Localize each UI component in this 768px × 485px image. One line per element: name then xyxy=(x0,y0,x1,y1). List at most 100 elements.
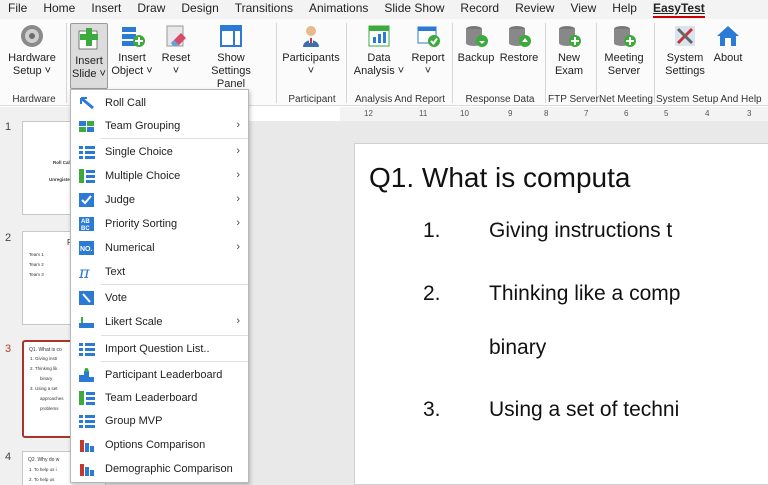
menu-file[interactable]: File xyxy=(0,0,35,19)
participant-leaderboard-icon xyxy=(79,368,95,382)
slide-item-text[interactable]: Thinking like a comp xyxy=(489,282,680,306)
reset-button[interactable]: Reset ˅ xyxy=(158,23,194,78)
group-label-hardware: Hardware xyxy=(12,94,56,105)
slide-item-text[interactable]: Giving instructions t xyxy=(489,219,672,243)
slide-item-number: 2. xyxy=(423,282,441,305)
show-settings-panel-button[interactable]: Show Settings Panel xyxy=(196,23,266,91)
hardware-setup-button[interactable]: Hardware Setup ˅ xyxy=(4,23,60,78)
menu-item-label: Likert Scale xyxy=(105,316,163,328)
group-separator xyxy=(66,23,67,103)
menu-item-team-grouping[interactable]: Team Grouping › xyxy=(71,115,248,137)
menu-design[interactable]: Design xyxy=(173,0,226,19)
menu-item-label: Single Choice xyxy=(105,146,173,158)
menu-item-import-question-list[interactable]: Import Question List.. xyxy=(71,338,248,360)
participants-button[interactable]: Participants ˅ xyxy=(280,23,342,78)
menu-slide-show[interactable]: Slide Show xyxy=(376,0,452,19)
menu-item-group-mvp[interactable]: Group MVP xyxy=(71,410,248,432)
menu-item-priority-sorting[interactable]: AB BC Priority Sorting › xyxy=(71,213,248,235)
new-exam-label-1: New xyxy=(557,52,580,64)
thumb-text: Team 3 xyxy=(29,272,44,277)
current-slide[interactable]: Q1. What is computa 1. Giving instructio… xyxy=(354,143,768,485)
likert-scale-icon xyxy=(79,315,95,329)
slide-number-1: 1 xyxy=(5,121,12,133)
submenu-arrow-icon: › xyxy=(236,145,240,157)
slide-number-3: 3 xyxy=(5,343,12,355)
meeting-server-button[interactable]: Meeting Server xyxy=(600,23,648,78)
menu-item-label: Judge xyxy=(105,194,135,206)
group-label-ftp-server: FTP Server xyxy=(548,94,599,105)
menu-item-options-comparison[interactable]: Options Comparison xyxy=(71,434,248,456)
system-settings-label-1: System xyxy=(666,52,704,64)
menu-item-vote[interactable]: Vote xyxy=(71,287,248,309)
svg-text:π: π xyxy=(79,265,90,279)
menu-insert[interactable]: Insert xyxy=(83,0,129,19)
thumb-text: approaches xyxy=(40,396,64,401)
report-button[interactable]: Report ˅ xyxy=(408,23,448,78)
menu-item-judge[interactable]: Judge › xyxy=(71,189,248,211)
thumb-text: Team 1 xyxy=(29,252,44,257)
ruler-tick: 3 xyxy=(747,109,752,118)
roll-call-icon xyxy=(79,96,95,110)
data-analysis-label-1: Data xyxy=(367,52,391,64)
ruler-tick: 9 xyxy=(508,109,513,118)
thumb-text: Roll Call xyxy=(53,160,72,165)
thumb-text: Team 2 xyxy=(29,262,44,267)
horizontal-ruler: 12 11 10 9 8 7 6 5 4 3 xyxy=(340,107,768,121)
slide-question-title[interactable]: Q1. What is computa xyxy=(369,162,630,194)
ruler-tick: 4 xyxy=(705,109,710,118)
new-exam-button[interactable]: New Exam xyxy=(550,23,588,78)
menu-item-demographic-comparison[interactable]: Demographic Comparison xyxy=(71,458,248,480)
menu-separator xyxy=(101,138,248,139)
slide-item-text[interactable]: Using a set of techni xyxy=(489,398,679,422)
menu-item-label: Priority Sorting xyxy=(105,218,178,230)
menu-home[interactable]: Home xyxy=(35,0,83,19)
ruler-tick: 6 xyxy=(624,109,629,118)
menu-item-label: Text xyxy=(105,266,126,278)
group-separator xyxy=(346,23,347,103)
group-separator xyxy=(545,23,546,103)
backup-button[interactable]: Backup xyxy=(456,23,496,65)
group-separator xyxy=(654,23,655,103)
import-list-icon xyxy=(79,342,95,356)
menu-item-text[interactable]: π Text xyxy=(71,261,248,283)
about-button[interactable]: About xyxy=(710,23,746,65)
menu-item-roll-call[interactable]: Roll Call xyxy=(71,92,248,114)
submenu-arrow-icon: › xyxy=(236,241,240,253)
menu-animations[interactable]: Animations xyxy=(301,0,376,19)
menu-transitions[interactable]: Transitions xyxy=(227,0,301,19)
meeting-server-label-2: Server xyxy=(607,65,641,77)
menu-item-label: Team Grouping xyxy=(105,120,181,132)
svg-text:BC: BC xyxy=(81,226,90,231)
insert-slide-label-1: Insert xyxy=(75,55,103,67)
menu-item-multiple-choice[interactable]: Multiple Choice › xyxy=(71,165,248,187)
menu-item-participant-leaderboard[interactable]: Participant Leaderboard xyxy=(71,364,248,386)
restore-button[interactable]: Restore xyxy=(498,23,540,65)
menu-bar: File Home Insert Draw Design Transitions… xyxy=(0,0,768,19)
system-settings-button[interactable]: System Settings xyxy=(660,23,710,78)
menu-item-label: Multiple Choice xyxy=(105,170,181,182)
insert-object-button[interactable]: Insert Object ˅ xyxy=(110,23,154,78)
group-label-net-meeting: Net Meeting xyxy=(599,94,653,105)
menu-item-label: Import Question List.. xyxy=(105,343,210,355)
menu-item-numerical[interactable]: NO. Numerical › xyxy=(71,237,248,259)
menu-help[interactable]: Help xyxy=(604,0,645,19)
menu-item-likert-scale[interactable]: Likert Scale › xyxy=(71,311,248,333)
menu-easytest[interactable]: EasyTest xyxy=(645,0,713,19)
options-comparison-icon xyxy=(79,438,95,452)
data-analysis-button[interactable]: Data Analysis ˅ xyxy=(352,23,406,78)
svg-text:AB: AB xyxy=(81,219,90,225)
insert-slide-button[interactable]: Insert Slide ˅ xyxy=(70,23,108,89)
menu-draw[interactable]: Draw xyxy=(129,0,173,19)
menu-item-team-leaderboard[interactable]: Team Leaderboard xyxy=(71,387,248,409)
menu-item-label: Participant Leaderboard xyxy=(105,369,223,381)
menu-item-label: Roll Call xyxy=(105,97,146,109)
menu-view[interactable]: View xyxy=(562,0,604,19)
group-separator xyxy=(452,23,453,103)
menu-record[interactable]: Record xyxy=(452,0,507,19)
ruler-tick: 8 xyxy=(544,109,549,118)
menu-review[interactable]: Review xyxy=(507,0,562,19)
group-mvp-icon xyxy=(79,414,95,428)
slide-item-text[interactable]: binary xyxy=(489,336,546,360)
menu-item-single-choice[interactable]: Single Choice › xyxy=(71,141,248,163)
thumb-text: binary xyxy=(40,376,53,381)
